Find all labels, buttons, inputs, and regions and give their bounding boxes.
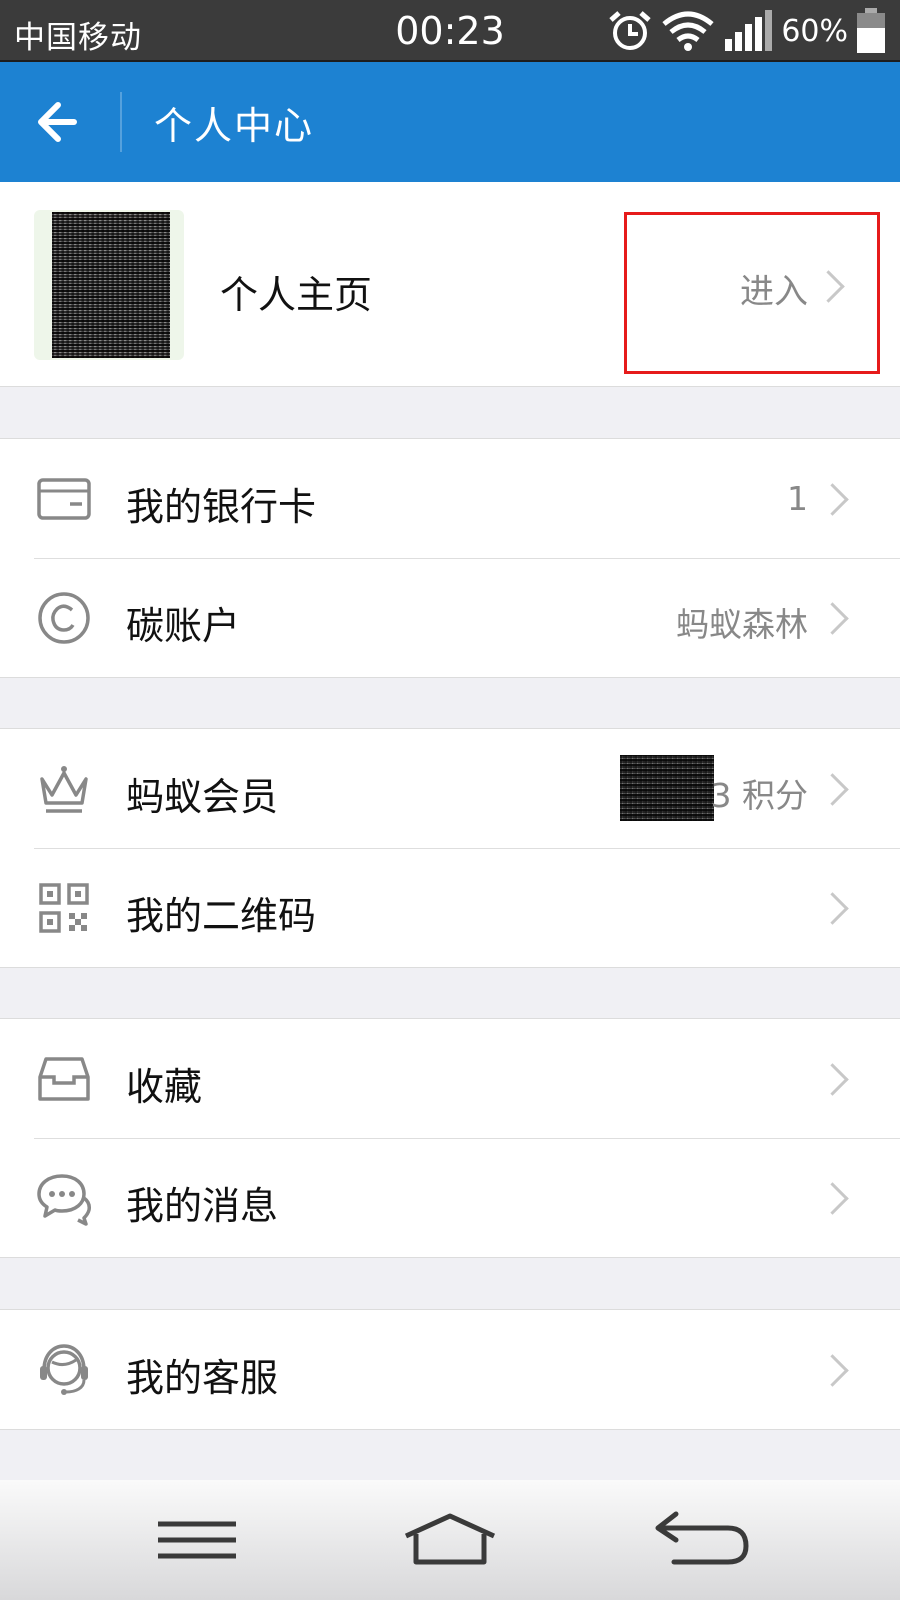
copyright-c-icon [38,592,90,644]
chat-bubbles-icon [37,1174,91,1226]
qr-code-icon [39,883,89,933]
headset-agent-icon [40,1344,88,1395]
chevron-right-icon [816,483,849,516]
carbon-account-label: 碳账户 [126,604,241,648]
inbox-tray-icon [38,1057,90,1101]
back-icon[interactable] [654,1510,754,1570]
system-nav-bar [0,1480,900,1600]
my-messages-label: 我的消息 [126,1184,279,1228]
avatar-image [52,212,170,358]
row-my-messages[interactable]: 我的消息 [0,1138,900,1257]
chevron-right-icon [816,602,849,635]
my-qr-code-label: 我的二维码 [126,894,317,938]
back-arrow-icon[interactable] [30,92,90,152]
profile-home-label: 个人主页 [220,273,373,317]
wifi-icon [662,11,714,51]
ant-member-points: 3 积分 [710,776,809,815]
customer-service-label: 我的客服 [126,1356,279,1400]
row-my-qr-code[interactable]: 我的二维码 [0,848,900,967]
member-badge-image [620,755,714,821]
row-customer-service[interactable]: 我的客服 [0,1310,900,1429]
header-divider [120,92,122,152]
profile-card[interactable]: 个人主页 进入 [0,182,900,387]
chevron-right-icon [816,773,849,806]
battery-icon [857,8,885,53]
favorites-label: 收藏 [126,1065,203,1109]
status-bar: 中国移动 00:23 60% [0,0,900,62]
chevron-right-icon [816,1182,849,1215]
chevron-right-icon [816,1063,849,1096]
alarm-icon [609,11,651,50]
bank-card-label: 我的银行卡 [126,485,317,529]
settings-group-member: 蚂蚁会员 3 积分 我的二维码 [0,728,900,968]
enter-link[interactable]: 进入 [740,264,808,313]
settings-group-accounts: 我的银行卡 1 碳账户 蚂蚁森林 [0,438,900,678]
settings-group-service: 我的客服 [0,1309,900,1430]
row-carbon-account[interactable]: 碳账户 蚂蚁森林 [0,558,900,677]
battery-percent: 60% [781,13,848,49]
avatar [34,210,184,360]
home-icon[interactable] [400,1510,500,1570]
bank-card-icon [37,478,91,520]
carbon-account-value: 蚂蚁森林 [676,605,808,644]
row-favorites[interactable]: 收藏 [0,1019,900,1138]
page-title: 个人中心 [154,104,315,148]
ant-member-label: 蚂蚁会员 [126,775,279,819]
row-bank-card[interactable]: 我的银行卡 1 [0,439,900,558]
chevron-right-icon [816,1354,849,1387]
settings-group-content: 收藏 我的消息 [0,1018,900,1258]
app-header: 个人中心 [0,62,900,182]
status-icons: 60% [607,8,886,54]
menu-icon[interactable] [148,1510,248,1570]
row-ant-member[interactable]: 蚂蚁会员 3 积分 [0,729,900,848]
bank-card-count: 1 [787,479,808,518]
signal-icon [725,10,773,51]
crown-icon [40,766,88,813]
chevron-right-icon [816,892,849,925]
